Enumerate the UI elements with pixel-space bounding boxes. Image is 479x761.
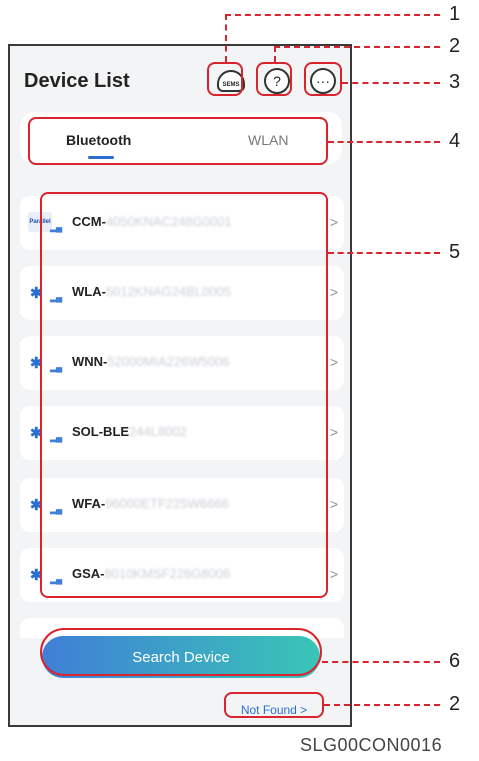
annotation-box-cloud — [207, 62, 243, 96]
callout-leader-1 — [225, 14, 440, 16]
callout-number: 4 — [449, 130, 461, 152]
annotation-box-search — [40, 628, 322, 676]
callout-number: 2 — [449, 35, 461, 57]
chevron-right-icon: > — [329, 354, 338, 370]
callout-number: 2 — [449, 693, 461, 715]
chevron-right-icon: > — [329, 214, 338, 230]
chevron-right-icon: > — [329, 496, 338, 512]
callout-leader-2-vertical — [274, 46, 276, 62]
callout-number: 3 — [449, 71, 461, 93]
callout-leader-6 — [322, 661, 440, 663]
page-title: Device List — [24, 70, 130, 92]
chevron-right-icon: > — [329, 566, 338, 582]
figure-code: SLG00CON0016 — [300, 735, 443, 755]
annotation-box-notfound — [224, 692, 324, 718]
chevron-right-icon: > — [329, 284, 338, 300]
annotation-box-more — [304, 62, 342, 96]
callout-leader-4 — [328, 141, 440, 143]
callout-leader-3 — [342, 82, 440, 84]
callout-number: 5 — [449, 241, 461, 263]
callout-leader-2 — [274, 46, 440, 48]
chevron-right-icon: > — [329, 424, 338, 440]
callout-number: 6 — [449, 650, 461, 672]
callout-leader-2b — [324, 704, 440, 706]
annotation-box-devices — [40, 192, 328, 598]
callout-number: 1 — [449, 3, 461, 25]
callout-leader-1-vertical — [225, 14, 227, 62]
annotation-box-tabs — [28, 117, 328, 165]
annotation-box-help — [256, 62, 292, 96]
callout-leader-5 — [328, 252, 440, 254]
